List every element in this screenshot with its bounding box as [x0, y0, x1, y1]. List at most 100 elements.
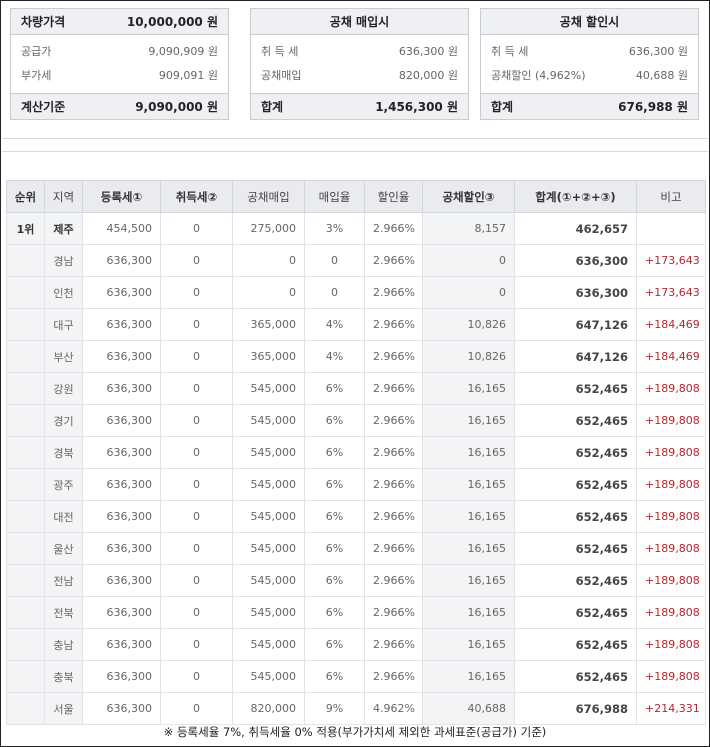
bond-buy-label: 공채매입 [261, 69, 302, 82]
header-region: 지역 [44, 180, 83, 213]
bond-discount-cell: 16,165 [422, 596, 515, 629]
rank-cell [6, 596, 45, 629]
registration-tax-cell: 636,300 [82, 692, 161, 725]
region-cell: 서울 [44, 692, 83, 725]
note-cell: +189,808 [636, 468, 706, 501]
purchase-rate-cell: 3% [304, 212, 365, 245]
registration-tax-cell: 636,300 [82, 628, 161, 661]
region-cell: 전북 [44, 596, 83, 629]
total-cell: 652,465 [514, 436, 637, 469]
bond-purchase-total-value: 1,456,300 원 [375, 100, 458, 114]
vat-label: 부가세 [21, 69, 52, 82]
region-ranking-table: 순위 지역 등록세① 취득세② 공채매입 매입율 할인율 공채할인③ 합계(①+… [6, 180, 706, 725]
vehicle-price-box: 차량가격 10,000,000 원 공급가 9,090,909 원 부가세 90… [10, 8, 229, 120]
header-purchase-rate: 매입율 [304, 180, 365, 213]
table-row: 인천 636,300 0 0 0 2.966% 0 636,300 +173,643 [6, 276, 706, 309]
discount-rate-cell: 4.962% [364, 692, 423, 725]
total-cell: 636,300 [514, 244, 637, 277]
bond-buy-value: 820,000 원 [398, 69, 458, 82]
acquisition-tax-cell: 0 [160, 212, 233, 245]
acquisition-tax-cell: 0 [160, 564, 233, 597]
total-cell: 647,126 [514, 340, 637, 373]
purchase-rate-cell: 6% [304, 404, 365, 437]
note-cell: +184,469 [636, 340, 706, 373]
discount-rate-cell: 2.966% [364, 212, 423, 245]
total-cell: 676,988 [514, 692, 637, 725]
note-cell: +189,808 [636, 532, 706, 565]
total-cell: 652,465 [514, 468, 637, 501]
table-row: 광주 636,300 0 545,000 6% 2.966% 16,165 652,465 +1… [6, 468, 706, 501]
header-rank: 순위 [6, 180, 45, 213]
registration-tax-cell: 636,300 [82, 276, 161, 309]
acquisition-tax-cell: 0 [160, 532, 233, 565]
registration-tax-cell: 636,300 [82, 500, 161, 533]
bond-discount-cell: 16,165 [422, 564, 515, 597]
rank-cell [6, 628, 45, 661]
region-cell: 대전 [44, 500, 83, 533]
table-row: 대전 636,300 0 545,000 6% 2.966% 16,165 652,465 +1… [6, 500, 706, 533]
rank-cell [6, 372, 45, 405]
note-cell: +189,808 [636, 436, 706, 469]
bond-discount-total-value: 676,988 원 [618, 100, 688, 114]
rank-cell [6, 692, 45, 725]
bond-discount-total-label: 합계 [491, 100, 514, 114]
registration-tax-cell: 636,300 [82, 660, 161, 693]
acquisition-tax-cell: 0 [160, 468, 233, 501]
region-cell: 대구 [44, 308, 83, 341]
region-cell: 인천 [44, 276, 83, 309]
acquisition-tax-cell: 0 [160, 276, 233, 309]
rank-cell [6, 660, 45, 693]
bond-purchase-total-label: 합계 [261, 100, 284, 114]
header-discount-rate: 할인율 [364, 180, 423, 213]
discount-rate-cell: 2.966% [364, 244, 423, 277]
bond-discount-cell: 16,165 [422, 532, 515, 565]
registration-tax-cell: 636,300 [82, 468, 161, 501]
supply-price-label: 공급가 [21, 45, 52, 58]
bond-discount-cell: 16,165 [422, 660, 515, 693]
registration-tax-cell: 636,300 [82, 436, 161, 469]
region-cell: 충북 [44, 660, 83, 693]
bond-discount-total-row: 합계 676,988 원 [481, 93, 698, 119]
divider [2, 151, 708, 152]
bond-purchase-box: 공채 매입시 취 득 세 636,300 원 공채매입 820,000 원 합계… [250, 8, 469, 120]
bond-discount-row: 공채할인 (4,962%) 40,688 원 [481, 63, 698, 87]
calc-basis-row: 계산기준 9,090,000 원 [11, 93, 228, 119]
table-row: 전남 636,300 0 545,000 6% 2.966% 16,165 652,465 +1… [6, 564, 706, 597]
acquisition-tax-cell: 0 [160, 308, 233, 341]
total-cell: 647,126 [514, 308, 637, 341]
purchase-rate-cell: 4% [304, 308, 365, 341]
note-cell: +189,808 [636, 564, 706, 597]
note-cell: +173,643 [636, 244, 706, 277]
bond-purchase-cell: 545,000 [232, 596, 305, 629]
purchase-rate-cell: 6% [304, 564, 365, 597]
total-cell: 462,657 [514, 212, 637, 245]
bond-discount-cell: 8,157 [422, 212, 515, 245]
total-cell: 652,465 [514, 532, 637, 565]
discount-rate-cell: 2.966% [364, 660, 423, 693]
vat-value: 909,091 원 [158, 69, 218, 82]
rank-cell [6, 404, 45, 437]
bond-discount-cell: 16,165 [422, 436, 515, 469]
discount-rate-cell: 2.966% [364, 500, 423, 533]
discount-rate-cell: 2.966% [364, 564, 423, 597]
table-row: 충북 636,300 0 545,000 6% 2.966% 16,165 652,465 +1… [6, 660, 706, 693]
table-row: 강원 636,300 0 545,000 6% 2.966% 16,165 652,465 +1… [6, 372, 706, 405]
table-row: 대구 636,300 0 365,000 4% 2.966% 10,826 647,126 +1… [6, 308, 706, 341]
bond-purchase-cell: 0 [232, 244, 305, 277]
region-cell: 제주 [44, 212, 83, 245]
bond-purchase-cell: 545,000 [232, 468, 305, 501]
bond-purchase-cell: 820,000 [232, 692, 305, 725]
bond-discount-cell: 16,165 [422, 628, 515, 661]
purchase-rate-cell: 6% [304, 500, 365, 533]
acquisition-tax-cell: 0 [160, 244, 233, 277]
vehicle-price-value: 10,000,000 원 [126, 15, 218, 29]
vehicle-price-header: 차량가격 10,000,000 원 [11, 9, 228, 35]
bond-purchase-cell: 545,000 [232, 628, 305, 661]
table-row: 울산 636,300 0 545,000 6% 2.966% 16,165 652,465 +1… [6, 532, 706, 565]
acquisition-tax-cell: 0 [160, 596, 233, 629]
bond-purchase-cell: 365,000 [232, 340, 305, 373]
total-cell: 636,300 [514, 276, 637, 309]
registration-tax-cell: 636,300 [82, 340, 161, 373]
purchase-rate-cell: 0 [304, 276, 365, 309]
bond-purchase-cell: 545,000 [232, 660, 305, 693]
